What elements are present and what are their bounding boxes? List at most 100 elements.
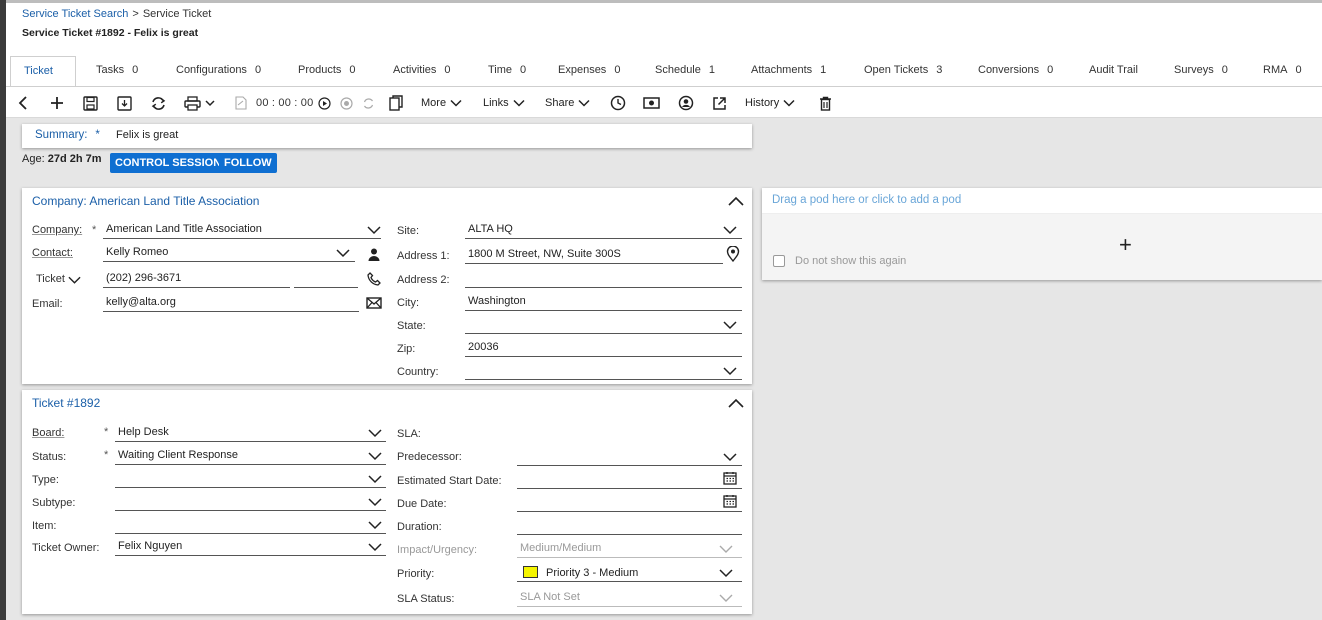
links-menu[interactable]: Links	[483, 93, 525, 113]
chevron-down-icon[interactable]	[723, 225, 737, 235]
open-external-icon[interactable]	[712, 93, 727, 113]
tab-open-tickets[interactable]: Open Tickets 3	[844, 56, 958, 86]
phone-extension-field[interactable]	[294, 269, 358, 288]
subtype-field[interactable]	[115, 492, 386, 511]
sla-status-field[interactable]: SLA Not Set	[517, 588, 742, 607]
due-date-field[interactable]	[517, 493, 742, 512]
chevron-down-icon[interactable]	[68, 275, 81, 285]
chevron-down-icon[interactable]	[368, 497, 382, 507]
state-field[interactable]	[465, 315, 742, 334]
phone-type-select[interactable]: Ticket	[36, 273, 65, 285]
chevron-down-icon[interactable]	[719, 568, 733, 578]
collapse-chevron-icon[interactable]	[728, 398, 744, 408]
person-icon[interactable]	[368, 248, 380, 261]
follow-button[interactable]: FOLLOW	[219, 153, 277, 173]
tab-label: Conversions	[978, 64, 1040, 76]
chevron-down-icon[interactable]	[367, 225, 381, 235]
company-field[interactable]: American Land Title Association	[103, 220, 381, 239]
contact-label[interactable]: Contact:	[32, 247, 73, 259]
add-icon[interactable]	[50, 93, 64, 113]
add-pod-link[interactable]: Drag a pod here or click to add a pod	[772, 194, 961, 206]
tab-ticket[interactable]: Ticket	[10, 56, 76, 87]
refresh-icon[interactable]	[150, 93, 167, 113]
estimated-start-field[interactable]	[517, 470, 742, 489]
board-field[interactable]: Help Desk	[115, 423, 386, 442]
tab-tasks[interactable]: Tasks 0	[76, 56, 156, 86]
board-label[interactable]: Board:	[32, 427, 64, 439]
time-entry-icon[interactable]	[235, 93, 247, 113]
pod-panel: Drag a pod here or click to add a pod + …	[762, 188, 1322, 280]
tab-label: Ticket	[24, 65, 53, 77]
tab-surveys[interactable]: Surveys 0	[1154, 56, 1243, 86]
tab-activities[interactable]: Activities 0	[373, 56, 468, 86]
map-pin-icon[interactable]	[726, 246, 740, 262]
summary-input[interactable]: Felix is great	[116, 129, 178, 141]
zip-field[interactable]: 20036	[465, 338, 742, 357]
required-marker: *	[92, 224, 97, 236]
collapse-chevron-icon[interactable]	[728, 196, 744, 206]
email-field[interactable]: kelly@alta.org	[103, 293, 359, 312]
chevron-down-icon[interactable]	[368, 520, 382, 530]
chevron-down-icon[interactable]	[723, 452, 737, 462]
email-icon[interactable]	[366, 297, 382, 309]
more-menu[interactable]: More	[421, 93, 462, 113]
print-icon[interactable]	[184, 93, 215, 113]
priority-field[interactable]: Priority 3 - Medium	[517, 563, 742, 582]
ticket-owner-field[interactable]: Felix Nguyen	[115, 537, 386, 556]
reset-timer-icon[interactable]	[362, 93, 375, 113]
duration-field[interactable]	[517, 516, 742, 535]
chevron-down-icon[interactable]	[723, 366, 737, 376]
tab-conversions[interactable]: Conversions 0	[958, 56, 1069, 86]
chevron-down-icon[interactable]	[368, 451, 382, 461]
predecessor-label: Predecessor:	[397, 451, 462, 463]
chevron-down-icon[interactable]	[723, 320, 737, 330]
tab-products[interactable]: Products 0	[278, 56, 373, 86]
tab-schedule[interactable]: Schedule 1	[635, 56, 731, 86]
breadcrumb-link-search[interactable]: Service Ticket Search	[22, 8, 128, 20]
history-menu[interactable]: History	[745, 93, 795, 113]
predecessor-field[interactable]	[517, 447, 742, 466]
calendar-icon[interactable]	[723, 494, 737, 508]
email-label: Email:	[32, 298, 63, 310]
tab-rma[interactable]: RMA 0	[1243, 56, 1313, 86]
control-session-button[interactable]: CONTROL SESSION	[110, 153, 227, 173]
tab-label: Attachments	[751, 64, 813, 76]
calendar-icon[interactable]	[723, 471, 737, 485]
contact-field[interactable]: Kelly Romeo	[103, 243, 355, 262]
expense-icon[interactable]	[643, 93, 660, 113]
country-field[interactable]	[465, 361, 742, 380]
impact-urgency-field[interactable]: Medium/Medium	[517, 539, 742, 558]
save-and-close-icon[interactable]	[117, 93, 132, 113]
address2-field[interactable]	[465, 269, 742, 288]
company-label[interactable]: Company:	[32, 224, 82, 236]
copy-icon[interactable]	[389, 93, 403, 113]
site-field[interactable]: ALTA HQ	[465, 220, 742, 239]
chevron-down-icon[interactable]	[336, 248, 350, 258]
item-field[interactable]	[115, 515, 386, 534]
tab-expenses[interactable]: Expenses 0	[538, 56, 635, 86]
do-not-show-checkbox[interactable]	[773, 255, 785, 267]
chevron-down-icon[interactable]	[368, 474, 382, 484]
address1-field[interactable]: 1800 M Street, NW, Suite 300S	[465, 245, 723, 264]
back-icon[interactable]	[17, 93, 29, 113]
stop-icon[interactable]	[340, 93, 353, 113]
clock-icon[interactable]	[610, 93, 626, 113]
type-field[interactable]	[115, 469, 386, 488]
chevron-down-icon[interactable]	[368, 542, 382, 552]
tab-audit-trail[interactable]: Audit Trail	[1069, 56, 1154, 86]
tab-attachments[interactable]: Attachments 1	[731, 56, 844, 86]
chevron-down-icon[interactable]	[368, 428, 382, 438]
play-icon[interactable]	[318, 93, 331, 113]
phone-icon[interactable]	[367, 272, 381, 286]
tab-label: Products	[298, 64, 342, 76]
save-icon[interactable]	[83, 93, 98, 113]
contact-icon[interactable]	[678, 93, 694, 113]
phone-field[interactable]: (202) 296-3671	[103, 269, 290, 288]
status-field[interactable]: Waiting Client Response	[115, 446, 386, 465]
delete-icon[interactable]	[819, 93, 832, 113]
share-menu[interactable]: Share	[545, 93, 590, 113]
tab-configurations[interactable]: Configurations 0	[156, 56, 278, 86]
tab-time[interactable]: Time 0	[468, 56, 538, 86]
city-field[interactable]: Washington	[465, 292, 742, 311]
add-pod-button[interactable]: +	[1119, 234, 1132, 256]
